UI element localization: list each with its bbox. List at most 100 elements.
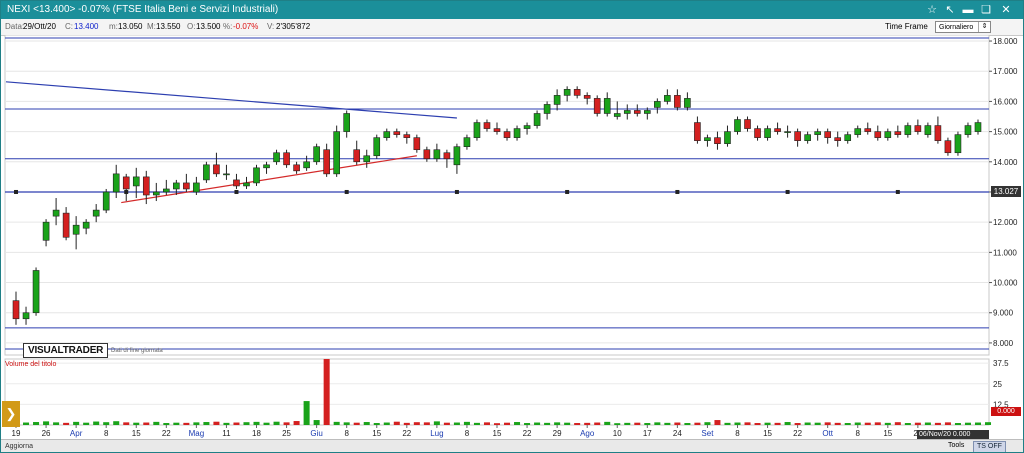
volume-bar (704, 422, 711, 425)
volume-bar (724, 422, 731, 425)
volume-bar (363, 422, 370, 425)
volume-bar (483, 422, 490, 425)
title-bar: NEXI <13.400> -0.07% (FTSE Italia Beni e… (1, 1, 1023, 19)
x-tick-label: 22 (793, 429, 802, 438)
volume-bar (273, 421, 280, 425)
x-tick-label: Ott (822, 429, 833, 438)
candle-body (273, 152, 280, 163)
candle-body (112, 173, 120, 193)
volume-bar (463, 421, 470, 425)
volume-bar (554, 422, 561, 425)
candle-body (744, 119, 751, 129)
candle-body (383, 131, 391, 138)
candle-body (313, 146, 320, 163)
volume-bar (524, 423, 531, 425)
volume-bar (804, 422, 811, 425)
candle-body (473, 122, 481, 138)
price-tick-label: 11.000 (993, 248, 1017, 257)
bottom-bar: Aggiorna Tools TS OFF (1, 439, 1023, 452)
candle-body (193, 182, 200, 193)
close-icon[interactable]: ✕ (999, 3, 1013, 17)
price-tick-label: 9.000 (993, 309, 1014, 318)
candle-body (82, 221, 90, 229)
tools-button[interactable]: Tools (945, 441, 967, 451)
support-marker (785, 189, 790, 194)
volume-bar (253, 421, 260, 425)
volume-bar (213, 421, 220, 425)
volume-bar (924, 422, 931, 425)
candle-body (183, 182, 190, 190)
candle-body (443, 152, 451, 160)
star-icon[interactable]: ☆ (925, 3, 939, 17)
candle-body (814, 131, 821, 135)
volume-bar (433, 421, 440, 425)
volume-value-tag: 0.000 (991, 407, 1021, 416)
minimize-icon[interactable]: ▬ (961, 3, 975, 17)
chart-window: NEXI <13.400> -0.07% (FTSE Italia Beni e… (0, 0, 1024, 453)
x-tick-label: 26 (42, 429, 51, 438)
candle-body (754, 128, 761, 138)
candle-body (163, 188, 170, 193)
candle-body (784, 131, 791, 133)
candle-body (122, 176, 130, 190)
x-tick-label: Mag (189, 429, 205, 438)
volume-bar (674, 422, 681, 425)
restore-icon[interactable]: ❏ (979, 3, 993, 17)
volume-bar (43, 421, 50, 425)
candle-body (393, 131, 401, 135)
update-button[interactable]: Aggiorna (5, 440, 33, 452)
logo-subtitle: Dati di fine giornata (111, 348, 163, 354)
volume-bar (774, 422, 781, 425)
volume-bar (303, 401, 310, 425)
candle-body (373, 137, 381, 157)
candle-body (503, 131, 511, 138)
volume-bar (443, 422, 450, 425)
candle-body (573, 89, 581, 96)
volume-bar (544, 422, 551, 425)
x-tick-label: 25 (282, 429, 291, 438)
volume-bar (293, 421, 300, 425)
close-value: 13.400 (74, 22, 99, 31)
candle-body (363, 155, 371, 163)
volume-bar (53, 422, 60, 425)
support-marker (14, 189, 19, 194)
x-tick-label: 18 (252, 429, 261, 438)
volume-tick-label: 37.5 (993, 359, 1009, 368)
x-tick-label: Ago (580, 429, 595, 438)
volume-bar (634, 422, 641, 425)
x-tick-label: 10 (613, 429, 622, 438)
chart-canvas[interactable]: 18.00017.00016.00015.00014.00013.00012.0… (1, 35, 1023, 439)
volume-bar (403, 422, 410, 425)
candle-body (423, 149, 431, 160)
price-tick-label: 14.000 (993, 158, 1018, 167)
ts-off-button[interactable]: TS OFF (973, 441, 1006, 452)
max-label: M: (147, 22, 156, 31)
x-tick-label: 8 (104, 429, 109, 438)
volume-label: V: (267, 22, 275, 31)
candle-body (343, 113, 350, 132)
candle-body (72, 224, 80, 235)
candle-body (934, 125, 942, 141)
x-tick-label: 22 (162, 429, 171, 438)
candle-body (914, 125, 922, 132)
candle-body (463, 137, 471, 147)
candle-body (633, 110, 641, 114)
expand-panel-button[interactable]: ❯ (2, 401, 20, 427)
candle-body (413, 137, 421, 151)
volume-bar (153, 421, 160, 425)
cursor-icon[interactable]: ↖ (943, 3, 957, 17)
timeframe-select[interactable]: Giornaliero ⇕ (935, 21, 991, 33)
candle-body (714, 137, 721, 144)
volume-bar (413, 422, 420, 425)
candle-body (293, 164, 300, 172)
candle-body (764, 128, 771, 138)
candle-body (894, 131, 902, 135)
timeframe-value: Giornaliero (939, 24, 974, 31)
candle-body (303, 161, 310, 169)
candle-body (774, 128, 781, 132)
volume-bar (784, 422, 791, 425)
x-tick-label: 22 (402, 429, 411, 438)
x-tick-label: 15 (883, 429, 892, 438)
candle-body (974, 122, 982, 132)
volume-bar (824, 422, 831, 425)
